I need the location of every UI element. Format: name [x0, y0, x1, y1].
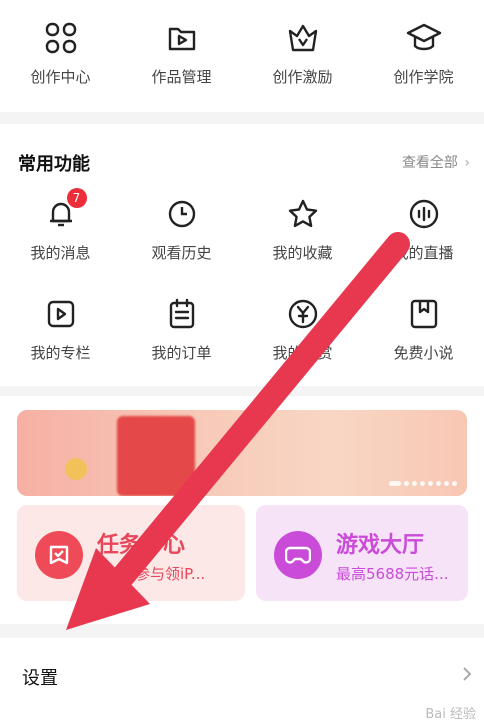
see-all-link[interactable]: 查看全部 › [402, 152, 470, 172]
my-orders-item[interactable]: 我的订单 [121, 294, 242, 363]
grid-icon [41, 18, 81, 58]
my-column-label: 我的专栏 [30, 344, 91, 362]
see-all-label: 查看全部 [401, 155, 458, 171]
watch-history-item[interactable]: 观看历史 [121, 194, 242, 263]
my-tips-label: 我的赞赏 [272, 344, 333, 362]
creator-center-item[interactable]: 创作中心 [0, 18, 121, 87]
settings-row[interactable]: 设置 [0, 638, 484, 728]
watermark: Bai 经验 [425, 707, 476, 722]
task-center-tile[interactable]: 任务中心 参与领iP... [17, 505, 245, 601]
chevron-right-icon: › [464, 155, 470, 171]
game-hall-title: 游戏大厅 [336, 533, 425, 558]
my-live-item[interactable]: 我的直播 [363, 194, 484, 263]
gamepad-icon [274, 531, 322, 579]
my-favorites-label: 我的收藏 [272, 244, 333, 262]
my-messages-label: 我的消息 [30, 244, 91, 262]
my-tips-item[interactable]: 我的赞赏 [242, 294, 363, 363]
works-management-label: 作品管理 [151, 68, 212, 86]
creator-center-label: 创作中心 [30, 68, 91, 86]
play-square-icon [41, 294, 81, 334]
order-list-icon [162, 294, 202, 334]
my-column-item[interactable]: 我的专栏 [0, 294, 121, 363]
common-functions-card: 常用功能 查看全部 › 7 我的消息 观看历史 我的收藏 我的直播 我的专栏 我… [0, 124, 484, 386]
bell-icon: 7 [41, 188, 87, 234]
creator-academy-item[interactable]: 创作学院 [363, 18, 484, 87]
task-center-title: 任务中心 [97, 533, 186, 558]
game-hall-tile[interactable]: 游戏大厅 最高5688元话... [256, 505, 468, 601]
section-title: 常用功能 [18, 154, 90, 175]
crown-icon [283, 18, 323, 58]
my-live-label: 我的直播 [393, 244, 454, 262]
creator-tools-card: 创作中心 作品管理 创作激励 创作学院 [0, 0, 484, 112]
free-novels-item[interactable]: 免费小说 [363, 294, 484, 363]
live-icon [404, 194, 444, 234]
settings-label: 设置 [22, 668, 58, 689]
red-envelope-image [117, 416, 195, 496]
my-orders-label: 我的订单 [151, 344, 212, 362]
coin-icon [65, 458, 87, 480]
graduation-cap-icon [404, 18, 444, 58]
watch-history-label: 观看历史 [151, 244, 212, 262]
creator-incentive-item[interactable]: 创作激励 [242, 18, 363, 87]
creator-academy-label: 创作学院 [393, 68, 454, 86]
yen-coin-icon [283, 294, 323, 334]
game-hall-subtitle: 最高5688元话... [336, 565, 449, 583]
book-icon [404, 294, 444, 334]
works-management-item[interactable]: 作品管理 [121, 18, 242, 87]
promo-banner[interactable] [17, 410, 467, 496]
free-novels-label: 免费小说 [393, 344, 454, 362]
unread-badge: 7 [66, 188, 87, 208]
carousel-indicator [389, 481, 457, 486]
creator-incentive-label: 创作激励 [272, 68, 333, 86]
my-favorites-item[interactable]: 我的收藏 [242, 194, 363, 263]
task-icon [35, 531, 83, 579]
clock-icon [162, 194, 202, 234]
my-messages-item[interactable]: 7 我的消息 [0, 188, 121, 263]
star-icon [283, 194, 323, 234]
task-center-subtitle: 参与领iP... [135, 565, 206, 583]
chevron-right-icon [462, 666, 472, 686]
video-folder-icon [162, 18, 202, 58]
